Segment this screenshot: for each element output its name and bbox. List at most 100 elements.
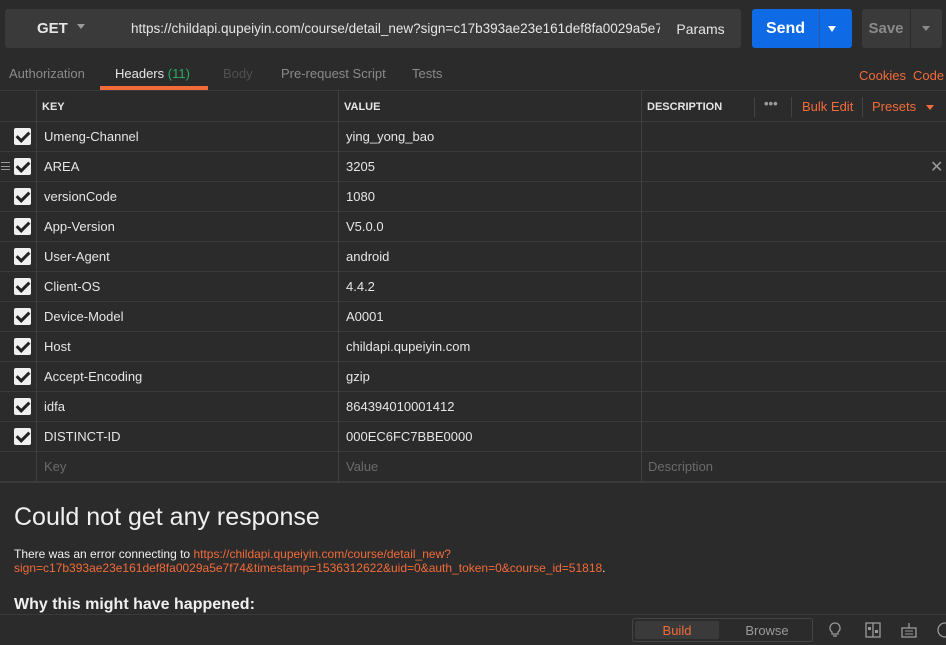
new-key-input[interactable]: Key	[44, 459, 66, 474]
tab-headers[interactable]: Headers (11)	[115, 66, 190, 81]
drag-handle-icon[interactable]	[1, 162, 10, 170]
error-message-suffix: .	[602, 561, 606, 575]
header-description-field[interactable]	[642, 392, 946, 421]
new-description-input[interactable]: Description	[648, 459, 713, 474]
header-enabled-checkbox[interactable]	[14, 188, 31, 205]
cookies-link[interactable]: Cookies	[859, 68, 906, 83]
header-value-field[interactable]: ying_yong_bao	[346, 129, 434, 144]
header-row: versionCode 1080	[0, 182, 946, 212]
header-enabled-checkbox[interactable]	[14, 128, 31, 145]
url-text: https://childapi.qupeiyin.com/course/det…	[131, 21, 660, 36]
header-description-field[interactable]	[642, 182, 946, 211]
header-description-field[interactable]	[642, 422, 946, 451]
error-message-prefix: There was an error connecting to	[14, 547, 194, 561]
column-header-key: KEY	[42, 101, 65, 113]
params-label: Params	[676, 20, 725, 37]
browse-mode-button[interactable]: Browse	[723, 621, 811, 639]
method-label: GET	[37, 20, 68, 37]
delete-row-icon[interactable]: ✕	[930, 157, 943, 177]
new-value-input[interactable]: Value	[346, 459, 378, 474]
send-button[interactable]: Send	[752, 9, 852, 48]
header-description-field[interactable]	[642, 272, 946, 301]
lightbulb-icon[interactable]	[826, 621, 844, 639]
save-options-chevron-icon[interactable]	[922, 26, 930, 31]
column-header-description: DESCRIPTION	[647, 101, 723, 113]
header-value-field[interactable]: gzip	[346, 369, 370, 384]
header-value-field[interactable]: V5.0.0	[346, 219, 384, 234]
save-button[interactable]: Save	[862, 9, 942, 48]
method-select[interactable]: GET	[5, 9, 122, 48]
header-enabled-checkbox[interactable]	[14, 218, 31, 235]
header-enabled-checkbox[interactable]	[14, 428, 31, 445]
build-mode-button[interactable]: Build	[635, 621, 719, 639]
header-description-field[interactable]	[642, 242, 946, 271]
header-key-field[interactable]: App-Version	[44, 219, 115, 234]
why-heading: Why this might have happened:	[14, 596, 255, 613]
header-description-field[interactable]	[642, 212, 946, 241]
header-value-field[interactable]: android	[346, 249, 389, 264]
header-enabled-checkbox[interactable]	[14, 368, 31, 385]
header-value-field[interactable]: 864394010001412	[346, 399, 454, 414]
response-error-title: Could not get any response	[14, 503, 320, 531]
presets-dropdown[interactable]: Presets	[872, 99, 934, 114]
header-divider	[791, 97, 792, 117]
keyboard-shortcuts-icon[interactable]	[900, 621, 918, 639]
header-key-field[interactable]: Host	[44, 339, 71, 354]
tab-authorization[interactable]: Authorization	[9, 66, 85, 81]
header-value-field[interactable]: 1080	[346, 189, 375, 204]
header-enabled-checkbox[interactable]	[14, 158, 31, 175]
tab-headers-label: Headers	[115, 66, 165, 81]
header-enabled-checkbox[interactable]	[14, 338, 31, 355]
send-options-chevron-icon[interactable]	[828, 25, 836, 32]
response-error-message: There was an error connecting to https:/…	[14, 547, 914, 575]
header-key-field[interactable]: Client-OS	[44, 279, 100, 294]
header-row: Device-Model A0001	[0, 302, 946, 332]
header-value-field[interactable]: childapi.qupeiyin.com	[346, 339, 470, 354]
column-divider	[641, 90, 642, 482]
header-row: DISTINCT-ID 000EC6FC7BBE0000	[0, 422, 946, 452]
params-button[interactable]: Params	[660, 9, 741, 48]
header-key-field[interactable]: Umeng-Channel	[44, 129, 139, 144]
header-row: Umeng-Channel ying_yong_bao	[0, 122, 946, 152]
header-description-field[interactable]	[642, 152, 946, 181]
tab-tests[interactable]: Tests	[412, 66, 442, 81]
table-header-row: KEY VALUE DESCRIPTION ••• Bulk Edit Pres…	[0, 90, 946, 122]
header-row: idfa 864394010001412	[0, 392, 946, 422]
tab-body[interactable]: Body	[223, 66, 253, 81]
header-key-field[interactable]: idfa	[44, 399, 65, 414]
header-enabled-checkbox[interactable]	[14, 278, 31, 295]
code-link[interactable]: Code	[913, 68, 944, 83]
url-input[interactable]: https://childapi.qupeiyin.com/course/det…	[122, 9, 660, 48]
header-description-field[interactable]	[642, 122, 946, 151]
header-description-field[interactable]	[642, 302, 946, 331]
header-key-field[interactable]: Accept-Encoding	[44, 369, 142, 384]
header-description-field[interactable]	[642, 332, 946, 361]
two-pane-view-icon[interactable]	[864, 621, 882, 639]
header-row: App-Version V5.0.0	[0, 212, 946, 242]
more-options-icon[interactable]: •••	[764, 96, 778, 111]
header-row: Client-OS 4.4.2	[0, 272, 946, 302]
header-enabled-checkbox[interactable]	[14, 308, 31, 325]
column-header-value: VALUE	[344, 101, 381, 113]
header-row: Host childapi.qupeiyin.com	[0, 332, 946, 362]
header-enabled-checkbox[interactable]	[14, 248, 31, 265]
header-enabled-checkbox[interactable]	[14, 398, 31, 415]
header-value-field[interactable]: 4.4.2	[346, 279, 375, 294]
header-description-field[interactable]	[642, 362, 946, 391]
presets-label: Presets	[872, 99, 917, 114]
header-key-field[interactable]: Device-Model	[44, 309, 123, 324]
header-row: AREA 3205 ✕	[0, 152, 946, 182]
header-key-field[interactable]: AREA	[44, 159, 79, 174]
request-bar: GET https://childapi.qupeiyin.com/course…	[0, 0, 946, 60]
header-value-field[interactable]: 3205	[346, 159, 375, 174]
header-key-field[interactable]: User-Agent	[44, 249, 110, 264]
bulk-edit-link[interactable]: Bulk Edit	[802, 99, 853, 114]
header-key-field[interactable]: DISTINCT-ID	[44, 429, 121, 444]
header-value-field[interactable]: A0001	[346, 309, 384, 324]
help-icon[interactable]	[936, 621, 946, 639]
header-key-field[interactable]: versionCode	[44, 189, 117, 204]
response-panel: Could not get any response There was an …	[0, 482, 946, 614]
header-value-field[interactable]: 000EC6FC7BBE0000	[346, 429, 472, 444]
column-divider	[36, 90, 37, 482]
tab-pre-request-script[interactable]: Pre-request Script	[281, 66, 386, 81]
